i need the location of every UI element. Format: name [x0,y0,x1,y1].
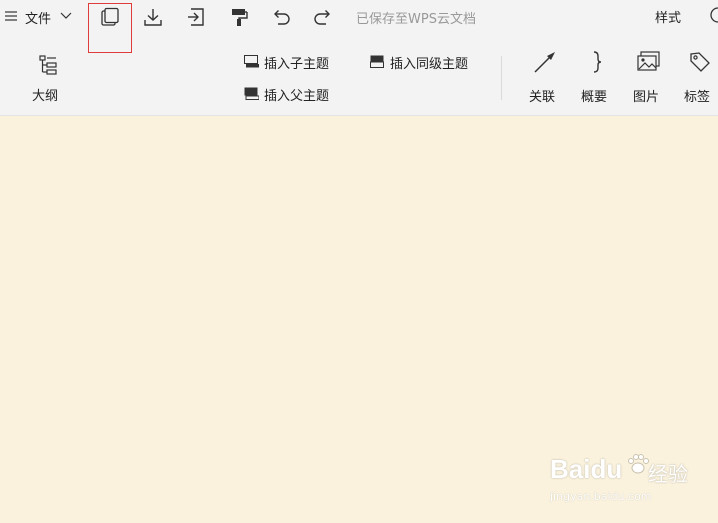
insert-sibling-label: 插入同级主题 [390,57,469,72]
partial-edge-icon [710,7,718,23]
redo-button[interactable] [313,7,333,27]
watermark-url: jingyan.baidu.com [550,490,652,503]
redo-icon [314,10,330,25]
baidu-jingyan-watermark: Baidu 经验 jingyan.baidu.com [548,452,688,510]
format-painter-icon [232,9,248,26]
insert-child-icon [244,55,259,68]
toolbar-separator [501,56,502,100]
image-icon [637,51,660,71]
download-button[interactable] [143,7,163,27]
undo-button[interactable] [271,7,291,27]
summary-label: 概要 [581,90,608,105]
insert-sibling-icon [370,55,384,68]
outline-tree-icon [39,55,57,75]
insert-child-label: 插入子主题 [264,57,330,72]
image-button[interactable]: 图片 [632,47,666,105]
export-icon [188,8,204,26]
insert-parent-label: 插入父主题 [264,89,330,104]
relation-label: 关联 [529,90,556,105]
undo-icon [274,10,290,25]
summary-brace-icon [593,51,602,73]
watermark-brand: Baidu [550,454,623,484]
save-button[interactable] [100,7,120,27]
save-copy-icon [101,7,119,26]
relation-arrow-icon [534,52,555,73]
outline-label: 大纲 [32,89,59,104]
tag-button[interactable]: 标签 [684,47,718,105]
chevron-down-icon [60,12,72,19]
style-tab[interactable]: 样式 [655,7,681,26]
tag-icon [690,52,710,72]
image-label: 图片 [633,90,660,105]
export-button[interactable] [186,7,206,27]
watermark-brand-cn: 经验 [648,462,688,486]
file-menu-label: 文件 [25,12,52,27]
download-icon [144,9,162,26]
ribbon-toolbar: 文件 已保存至WPS云文档 样式 大纲 插入子主题 插入同级主题 插入父主题 关… [0,0,718,116]
format-painter-button[interactable] [229,7,249,27]
hamburger-icon [5,11,17,21]
relation-button[interactable]: 关联 [528,47,562,105]
tag-label: 标签 [684,90,711,105]
summary-button[interactable]: 概要 [580,47,614,105]
insert-parent-icon [244,87,259,100]
outline-button[interactable]: 大纲 [30,52,66,104]
save-status-text: 已保存至WPS云文档 [356,12,476,27]
paw-logo-icon [628,454,649,474]
